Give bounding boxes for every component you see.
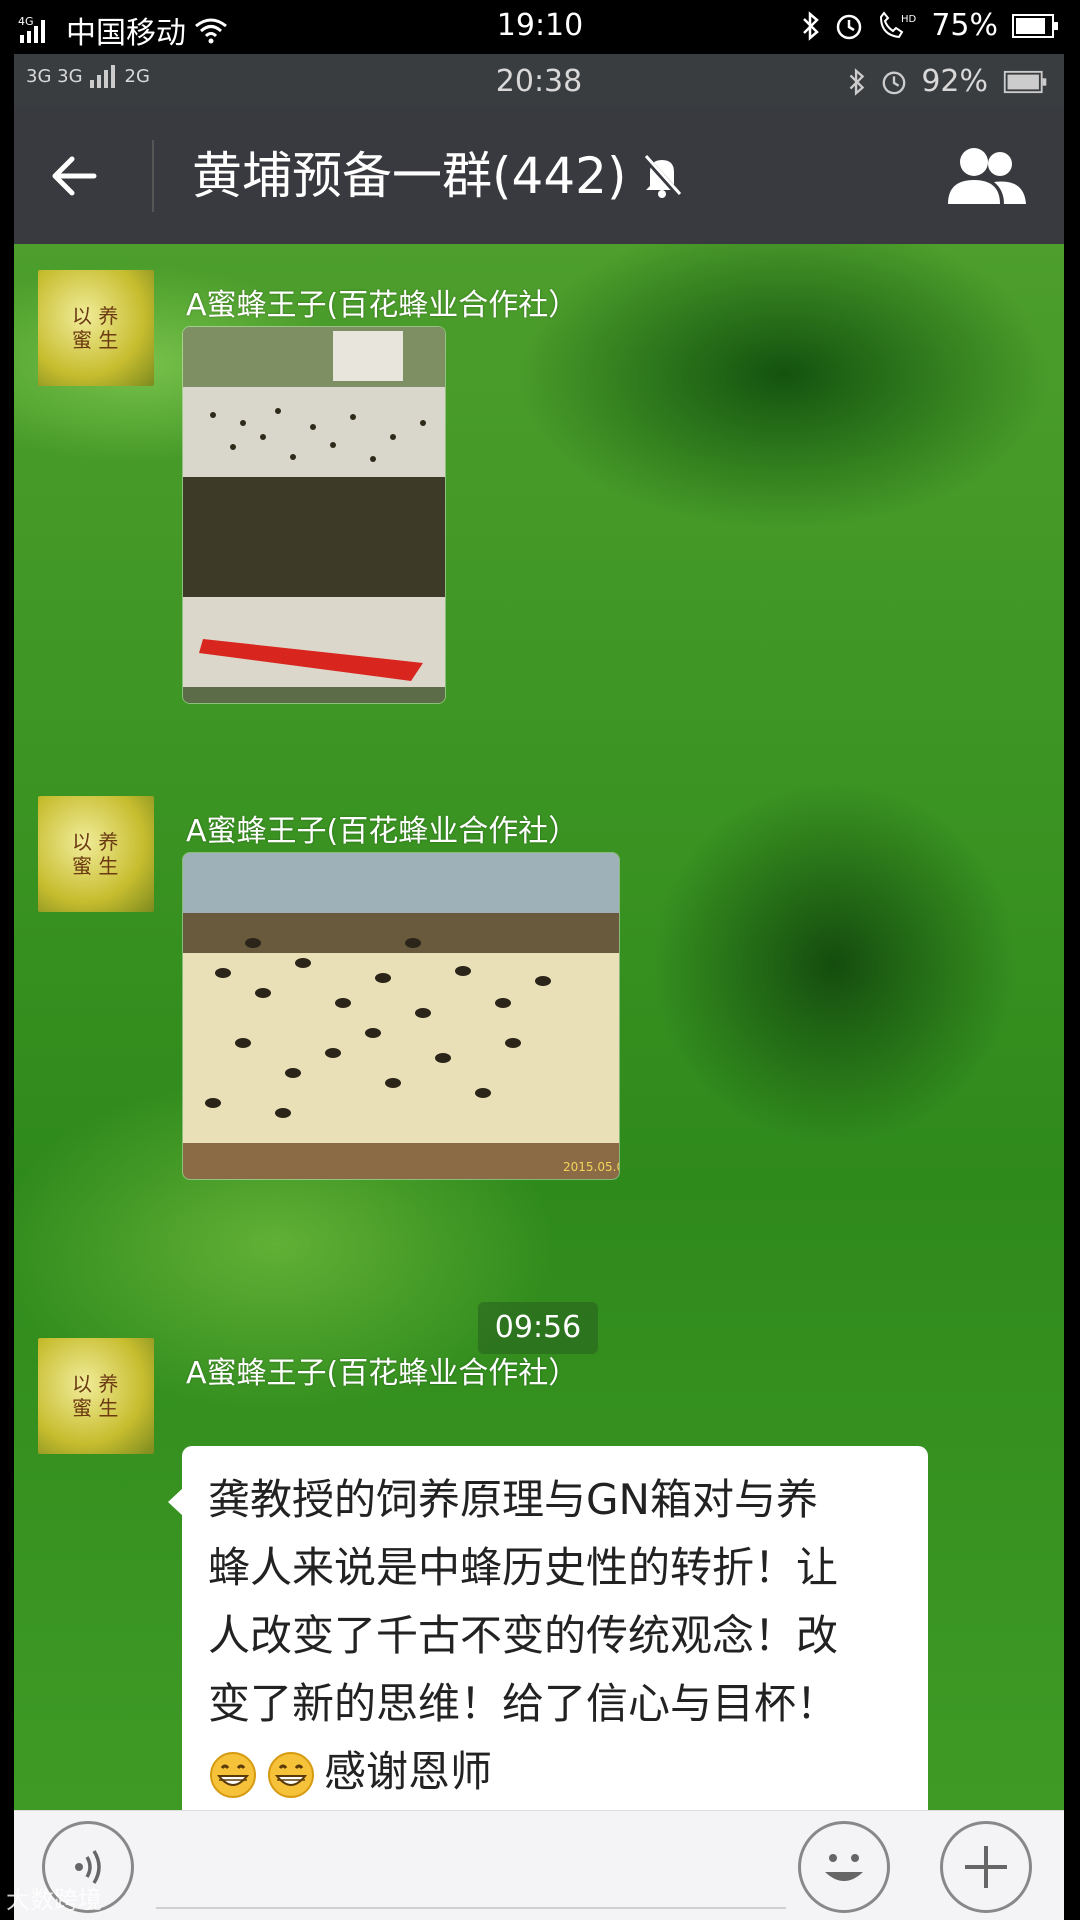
hd-call-icon: HD [880, 10, 917, 38]
beehive-photo-2: 2015.05.06 [183, 853, 619, 1179]
svg-text:HD: HD [901, 14, 917, 25]
group-members-icon[interactable] [944, 144, 1028, 208]
chat-title-wrap: 黄埔预备一群(442) [192, 140, 684, 212]
sender-avatar[interactable]: 以 养蜜 生 [38, 1338, 154, 1454]
inner-battery-icon [1003, 70, 1047, 93]
message-line: 龚教授的饲养原理与GN箱对与养 [208, 1475, 818, 1524]
alarm-icon [837, 14, 862, 39]
chat-header: 黄埔预备一群(442) [14, 108, 1064, 244]
watermark: 大数跨境 [6, 1886, 102, 1914]
inner-bluetooth-icon [849, 67, 865, 96]
sender-name: A蜜蜂王子(百花蜂业合作社） [186, 1356, 579, 1391]
message-line: 蜂人来说是中蜂历史性的转折！让 [208, 1543, 839, 1592]
sender-name: A蜜蜂王子(百花蜂业合作社） [186, 288, 579, 323]
chat-input-bar [14, 1810, 1064, 1920]
avatar-text: 以 养蜜 生 [72, 304, 119, 352]
image-message[interactable]: 2015.05.06 [182, 852, 620, 1180]
inner-status-bar: 3G 3G 2G 20:38 92% [14, 54, 1064, 108]
message-line: 变了新的思维！给了信心与目杯！ [208, 1679, 839, 1728]
image-message[interactable] [182, 326, 446, 704]
sender-avatar[interactable]: 以 养蜜 生 [38, 796, 154, 912]
time-divider: 09:56 [478, 1302, 598, 1354]
photo-stamp: 2015.05.06 [563, 1160, 619, 1174]
screenshot-frame: 3G 3G 2G 20:38 92% 黄埔预备一群(442) 以 养 蜜 生 A… [14, 54, 1064, 1920]
chat-title: 黄埔预备一群(442) [192, 147, 627, 205]
avatar-text: 以 养蜜 生 [72, 1372, 119, 1420]
mute-bell-icon [642, 153, 683, 199]
grin-emoji-icon [210, 1751, 256, 1798]
grin-emoji-icon [268, 1751, 314, 1798]
avatar-text: 以 养蜜 生 [72, 830, 119, 878]
message-line: 人改变了千古不变的传统观念！改 [208, 1611, 839, 1660]
back-arrow-icon[interactable] [44, 144, 108, 208]
emoji-icon [825, 1854, 863, 1881]
header-divider [152, 140, 154, 212]
beehive-photo-1 [183, 327, 445, 703]
message-text: 龚教授的饲养原理与GN箱对与养 蜂人来说是中蜂历史性的转折！让 人改变了千古不变… [208, 1466, 908, 1806]
message-input[interactable] [156, 1907, 786, 1909]
outer-status-bar: 4G 中国移动 19:10 HD 75% [0, 0, 1080, 54]
bubble-tail [168, 1488, 183, 1516]
bluetooth-icon [803, 10, 820, 41]
more-options-button[interactable] [940, 1821, 1032, 1913]
sender-name: A蜜蜂王子(百花蜂业合作社） [186, 814, 579, 849]
inner-alarm-icon [882, 71, 906, 94]
text-message-bubble[interactable]: 龚教授的饲养原理与GN箱对与养 蜂人来说是中蜂历史性的转折！让 人改变了千古不变… [182, 1446, 928, 1832]
message-last-line: 感谢恩师 [208, 1738, 908, 1806]
sender-avatar[interactable]: 以 养蜜 生 [38, 270, 154, 386]
plus-icon [965, 1846, 1007, 1888]
thanks-text: 感谢恩师 [324, 1747, 493, 1796]
emoji-button[interactable] [798, 1821, 890, 1913]
inner-battery-percent: 92% [921, 64, 988, 99]
outer-battery-percent: 75% [931, 8, 998, 43]
chat-message-area[interactable]: 以 养蜜 生 A蜜蜂王子(百花蜂业合作社） 以 养 蜜 生 A蜜蜂王子(百花蜂业… [14, 244, 1064, 1832]
battery-icon [1012, 13, 1058, 38]
